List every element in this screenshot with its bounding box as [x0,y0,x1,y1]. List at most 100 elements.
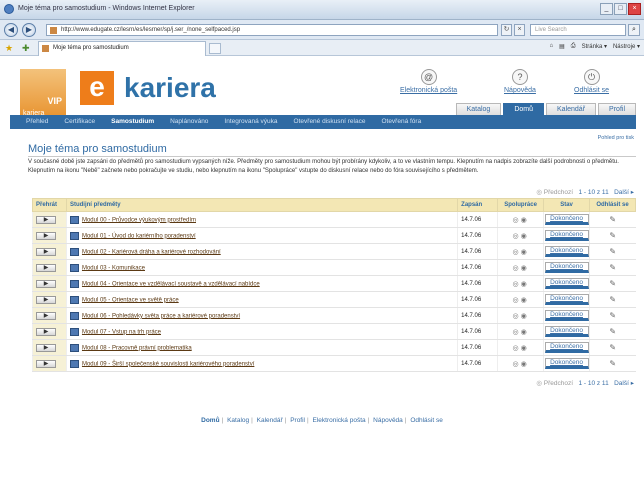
course-title-link[interactable]: Modul 00 - Průvodce výukovým prostředím [82,217,196,223]
stop-icon[interactable]: × [514,24,525,36]
status-button[interactable]: Dokončeno [544,294,589,305]
tools-menu[interactable]: Nástroje ▾ [613,43,640,50]
close-icon[interactable]: × [628,3,641,15]
footer-link-domu[interactable]: Domů [201,417,219,424]
play-button[interactable]: ▶ [36,311,56,320]
unenroll-icon[interactable]: ✎ [609,295,616,304]
footer-link-posta[interactable]: Elektronická pošta [313,417,366,424]
pager-next[interactable]: Další ▸ [614,189,634,196]
unenroll-icon[interactable]: ✎ [609,263,616,272]
footer-link-odhlasit[interactable]: Odhlásit se [410,417,443,424]
status-button[interactable]: Dokončeno [544,262,589,273]
subnav-prehled[interactable]: Přehled [18,115,56,129]
course-title-link[interactable]: Modul 02 - Kariérová dráha a kariérové r… [82,249,221,255]
subnav-samostudium[interactable]: Samostudium [103,115,162,129]
unenroll-icon[interactable]: ✎ [609,231,616,240]
tab-kalendar[interactable]: Kalendář [546,103,597,115]
search-icon[interactable]: ⌕ [628,24,640,36]
status-button[interactable]: Dokončeno [544,246,589,257]
email-link[interactable]: @ Elektronická pošta [400,69,457,94]
search-input[interactable]: Live Search [530,24,626,36]
subnav-diskusni-relace[interactable]: Otevřené diskusní relace [286,115,374,129]
status-button[interactable]: Dokončeno [544,310,589,321]
unenroll-icon[interactable]: ✎ [609,215,616,224]
back-icon[interactable]: ◀ [4,23,18,37]
tab-domu[interactable]: Domů [503,103,545,115]
forward-icon[interactable]: ▶ [22,23,36,37]
collaboration-icon[interactable]: ◎◉ [512,361,528,368]
play-button[interactable]: ▶ [36,343,56,352]
print-view-link[interactable]: Pohled pro tisk [598,135,634,141]
browser-tab[interactable]: Moje téma pro samostudium [38,41,206,56]
footer-link-profil[interactable]: Profil [290,417,305,424]
unenroll-icon[interactable]: ✎ [609,359,616,368]
course-title-link[interactable]: Modul 03 - Komunikace [82,265,145,271]
unenroll-icon[interactable]: ✎ [609,327,616,336]
course-title-link[interactable]: Modul 06 - Pohledávky světa práce a kari… [82,313,240,319]
collaboration-icon[interactable]: ◎◉ [512,297,528,304]
minimize-icon[interactable]: _ [600,3,613,15]
unenroll-icon[interactable]: ✎ [609,311,616,320]
tab-profil[interactable]: Profil [598,103,636,115]
collaboration-icon[interactable]: ◎◉ [512,329,528,336]
unenroll-icon[interactable]: ✎ [609,343,616,352]
collaboration-icon[interactable]: ◎◉ [512,281,528,288]
course-title-link[interactable]: Modul 01 - Úvod do kariérního poradenstv… [82,233,196,239]
play-button[interactable]: ▶ [36,279,56,288]
footer-link-kalendar[interactable]: Kalendář [257,417,283,424]
subnav-certifikace[interactable]: Certifikace [56,115,103,129]
play-button[interactable]: ▶ [36,359,56,368]
unenroll-icon[interactable]: ✎ [609,247,616,256]
new-tab-button[interactable] [209,43,221,54]
course-title-link[interactable]: Modul 04 - Orientace ve vzdělávací soust… [82,281,260,287]
collaboration-icon[interactable]: ◎◉ [512,217,528,224]
play-button[interactable]: ▶ [36,327,56,336]
refresh-icon[interactable]: ↻ [501,24,512,36]
status-button[interactable]: Dokončeno [544,278,589,289]
status-button[interactable]: Dokončeno [544,342,589,353]
status-button[interactable]: Dokončeno [544,214,589,225]
pager-prev[interactable]: ◎ Předchozí [536,189,573,196]
footer-link-napoveda[interactable]: Nápověda [373,417,403,424]
course-module-icon [69,279,79,288]
course-title-link[interactable]: Modul 08 - Pracovně právní problematika [82,345,192,351]
unenroll-icon[interactable]: ✎ [609,279,616,288]
subnav-fora[interactable]: Otevřená fóra [373,115,429,129]
play-button[interactable]: ▶ [36,295,56,304]
url-field[interactable]: http://www.edugate.cz/lesrn/es/lesrner/s… [46,24,498,36]
tab-katalog[interactable]: Katalog [455,103,502,115]
subnav-integrovana-vyuka[interactable]: Integrovaná výuka [216,115,285,129]
play-cell: ▶ [32,291,67,308]
play-button[interactable]: ▶ [36,263,56,272]
collaboration-icon[interactable]: ◎◉ [512,233,528,240]
course-title-link[interactable]: Modul 05 - Orientace ve světě práce [82,297,179,303]
page-menu[interactable]: Stránka ▾ [582,43,607,50]
footer-link-katalog[interactable]: Katalog [227,417,249,424]
main-tabs: Katalog Domů Kalendář Profil [455,103,636,115]
pager-prev[interactable]: ◎ Předchozí [536,380,573,387]
utility-links: @ Elektronická pošta ? Nápověda ⏻ Odhlás… [394,69,634,105]
favorites-star-icon[interactable]: ★ [5,43,13,53]
play-button[interactable]: ▶ [36,247,56,256]
pager-next[interactable]: Další ▸ [614,380,634,387]
collaboration-icon[interactable]: ◎◉ [512,265,528,272]
course-title-link[interactable]: Modul 09 - Širší společenské souvislosti… [82,361,254,367]
collaboration-icon[interactable]: ◎◉ [512,249,528,256]
course-title-link[interactable]: Modul 07 - Vstup na trh práce [82,329,161,335]
feeds-icon[interactable]: ▤ [559,43,565,50]
logout-link[interactable]: ⏻ Odhlásit se [574,69,609,94]
collaboration-icon[interactable]: ◎◉ [512,313,528,320]
subnav-naplanovano[interactable]: Naplánováno [162,115,216,129]
home-icon[interactable]: ⌂ [550,43,554,50]
add-favorite-icon[interactable]: ✚ [22,43,30,53]
play-button[interactable]: ▶ [36,231,56,240]
status-button[interactable]: Dokončeno [544,230,589,241]
print-icon[interactable]: ⎙ [571,43,576,50]
collaboration-icon[interactable]: ◎◉ [512,345,528,352]
unenroll-cell: ✎ [589,291,636,308]
maximize-icon[interactable]: □ [614,3,627,15]
status-button[interactable]: Dokončeno [544,326,589,337]
help-link[interactable]: ? Nápověda [504,69,536,94]
play-button[interactable]: ▶ [36,215,56,224]
status-button[interactable]: Dokončeno [544,358,589,369]
